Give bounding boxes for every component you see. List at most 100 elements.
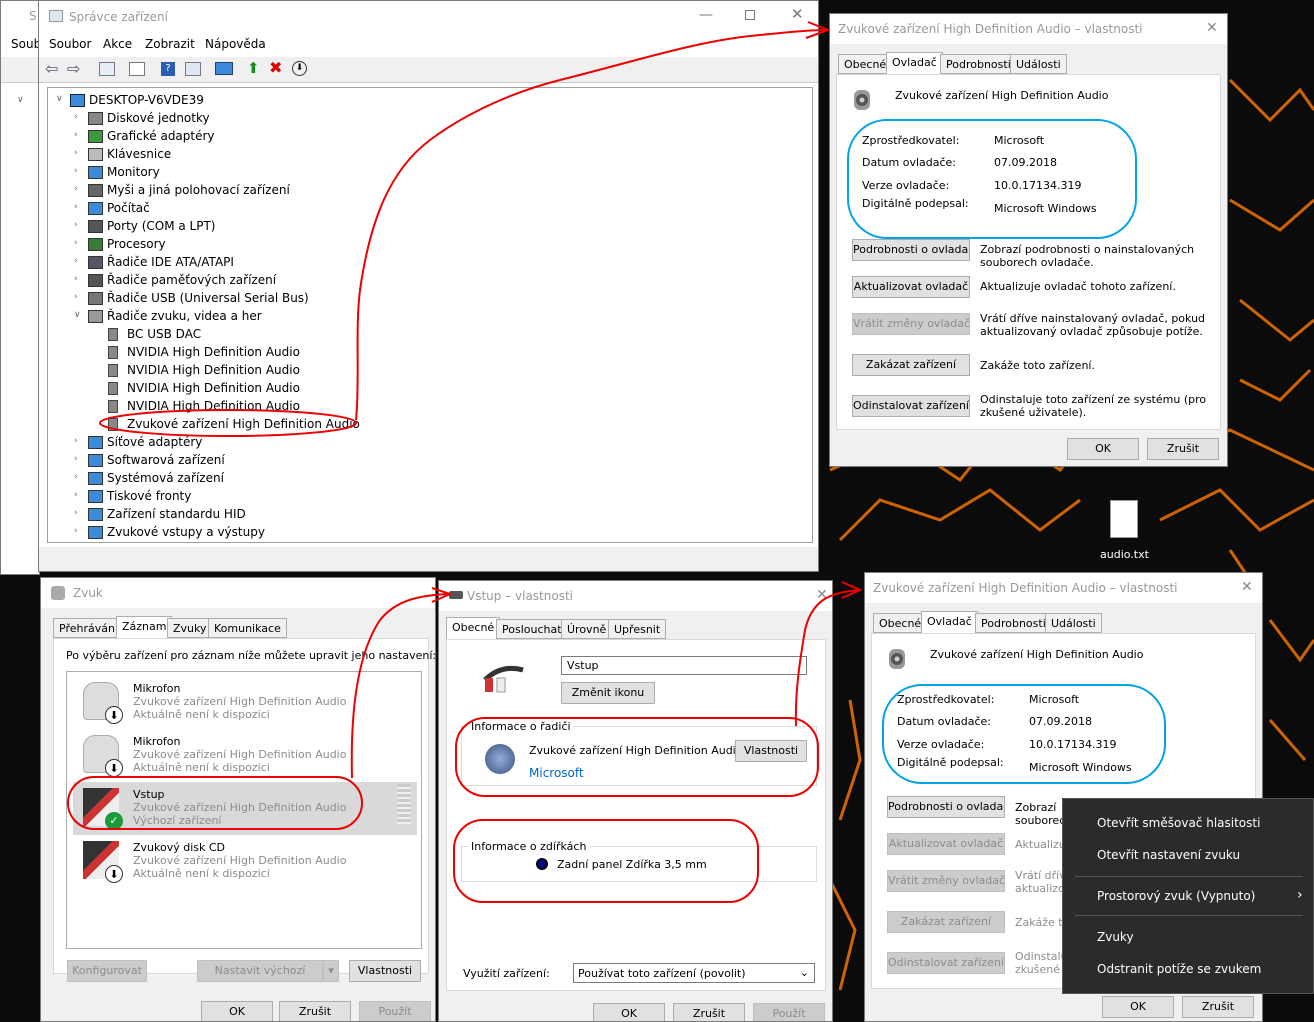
close-button[interactable]: ✕	[791, 5, 804, 23]
set-default-button[interactable]: Nastavit výchozí	[197, 960, 323, 982]
rollback-driver-button[interactable]: Vrátit změny ovladače	[852, 313, 970, 335]
help-icon[interactable]: ?	[161, 62, 175, 76]
tab-obecne[interactable]: Obecné	[873, 613, 928, 633]
forward-arrow-icon[interactable]: ⇨	[67, 59, 80, 78]
speaker-icon	[108, 418, 118, 431]
update-driver-button[interactable]: Aktualizovat ovladač	[887, 833, 1005, 855]
chevron-right-icon[interactable]: ›	[74, 256, 78, 266]
chevron-right-icon[interactable]: ›	[74, 166, 78, 176]
recording-device[interactable]: ⬇ Mikrofon Zvukové zařízení High Definit…	[73, 729, 417, 782]
tab-prehravani[interactable]: Přehrávání	[53, 618, 125, 638]
update-driver-icon[interactable]: ⬆	[247, 59, 260, 77]
tab-udalosti[interactable]: Události	[1010, 54, 1067, 74]
uninstall-icon[interactable]: ✖	[269, 58, 282, 77]
chevron-right-icon[interactable]: ›	[74, 292, 78, 302]
configure-button[interactable]: Konfigurovat	[67, 960, 147, 982]
disable-device-button[interactable]: Zakázat zařízení	[887, 911, 1005, 933]
cancel-button[interactable]: Zrušit	[673, 1003, 745, 1021]
device-category-icon	[88, 148, 103, 161]
desktop-file-audio[interactable]: audio.txt	[1096, 498, 1152, 564]
cancel-button[interactable]: Zrušit	[279, 1001, 351, 1021]
tab-zaznam[interactable]: Záznam	[116, 616, 173, 638]
update-driver-button[interactable]: Aktualizovat ovladač	[852, 276, 970, 298]
chevron-right-icon[interactable]: ›	[74, 112, 78, 122]
device-name-input[interactable]: Vstup	[561, 656, 807, 675]
tab-ovladac[interactable]: Ovladač	[921, 611, 978, 633]
driver-details-button[interactable]: Podrobnosti o ovladači	[852, 239, 970, 261]
maximize-button[interactable]	[745, 10, 755, 20]
cancel-button[interactable]: Zrušit	[1182, 996, 1254, 1018]
behind-menu-fragment[interactable]: Soub	[11, 37, 39, 51]
uninstall-device-button[interactable]: Odinstalovat zařízení	[887, 952, 1005, 974]
recording-device[interactable]: ⬇ Mikrofon Zvukové zařízení High Definit…	[73, 676, 417, 729]
chevron-right-icon[interactable]: ›	[74, 148, 78, 158]
change-icon-button[interactable]: Změnit ikonu	[561, 682, 655, 704]
tab-ovladac[interactable]: Ovladač	[886, 52, 943, 74]
uninstall-device-button[interactable]: Odinstalovat zařízení	[852, 395, 970, 417]
apply-button[interactable]: Použít	[753, 1003, 825, 1021]
chevron-right-icon[interactable]: ›	[74, 508, 78, 518]
tab-poslouchat[interactable]: Poslouchat	[496, 619, 568, 639]
usage-select[interactable]: Používat toto zařízení (povolit) ⌄	[573, 963, 815, 983]
rollback-driver-button[interactable]: Vrátit změny ovladače	[887, 870, 1005, 892]
speaker-icon	[108, 346, 118, 359]
ok-button[interactable]: OK	[201, 1001, 273, 1021]
menu-open-sound-settings[interactable]: Otevřít nastavení zvuku	[1097, 848, 1240, 862]
properties-button[interactable]: Vlastnosti	[349, 960, 421, 982]
menu-soubor[interactable]: Soubor	[49, 37, 91, 51]
menu-open-volume-mixer[interactable]: Otevřít směšovač hlasitosti	[1097, 816, 1260, 830]
tab-udalosti[interactable]: Události	[1045, 613, 1102, 633]
menu-zobrazit[interactable]: Zobrazit	[145, 37, 195, 51]
tab-upresnit[interactable]: Upřesnit	[608, 619, 667, 639]
chevron-right-icon[interactable]: ›	[74, 490, 78, 500]
close-button[interactable]: ✕	[816, 587, 828, 603]
disable-device-button[interactable]: Zakázat zařízení	[852, 354, 970, 376]
tab-obecne[interactable]: Obecné	[838, 54, 893, 74]
details-icon[interactable]	[185, 62, 201, 76]
chevron-right-icon[interactable]: ›	[74, 184, 78, 194]
behind-title-fragment: S	[29, 9, 37, 23]
monitor-icon[interactable]	[215, 62, 233, 75]
ok-button[interactable]: OK	[1102, 996, 1174, 1018]
menu-napoveda[interactable]: Nápověda	[205, 37, 266, 51]
recording-device[interactable]: ⬇ Zvukový disk CD Zvukové zařízení High …	[73, 835, 417, 888]
chevron-right-icon[interactable]: ›	[74, 454, 78, 464]
menu-spatial-sound[interactable]: Prostorový zvuk (Vypnuto)	[1097, 889, 1255, 903]
chevron-right-icon[interactable]: ›	[74, 202, 78, 212]
set-default-dropdown[interactable]: ▾	[323, 960, 339, 982]
tab-podrobnosti[interactable]: Podrobnosti	[975, 613, 1052, 633]
minimize-button[interactable]: —	[699, 7, 713, 23]
chevron-right-icon[interactable]: ›	[74, 436, 78, 446]
ok-button[interactable]: OK	[1067, 438, 1139, 460]
tab-obecne[interactable]: Obecné	[446, 617, 501, 639]
close-button[interactable]: ✕	[1241, 579, 1253, 595]
chevron-right-icon[interactable]: ›	[74, 472, 78, 482]
chevron-right-icon[interactable]: ›	[74, 274, 78, 284]
device-category-icon	[88, 238, 103, 251]
menu-sounds[interactable]: Zvuky	[1097, 930, 1134, 944]
sound-title: Zvuk	[73, 586, 103, 600]
properties-icon[interactable]	[99, 62, 115, 76]
tab-komunikace[interactable]: Komunikace	[208, 618, 287, 638]
menu-troubleshoot-sound[interactable]: Odstranit potíže se zvukem	[1097, 962, 1261, 976]
tab-urovne[interactable]: Úrovně	[561, 619, 613, 639]
disable-device-desc: Zakáže toto zařízení.	[980, 359, 1095, 372]
menu-akce[interactable]: Akce	[103, 37, 132, 51]
ok-button[interactable]: OK	[593, 1003, 665, 1021]
chevron-right-icon[interactable]: ›	[74, 238, 78, 248]
cancel-button[interactable]: Zrušit	[1147, 438, 1219, 460]
chevron-right-icon[interactable]: ›	[74, 526, 78, 536]
driver-details-button[interactable]: Podrobnosti o ovladači	[887, 796, 1005, 818]
close-button[interactable]: ✕	[1206, 20, 1218, 36]
apply-button[interactable]: Použít	[359, 1001, 431, 1021]
arrow-down-icon: ⬇	[105, 865, 123, 883]
list-icon[interactable]	[129, 62, 145, 76]
chevron-down-icon[interactable]: ∨	[74, 310, 81, 320]
device-category-icon	[88, 256, 103, 269]
back-arrow-icon[interactable]: ⇦	[45, 59, 58, 78]
chevron-right-icon[interactable]: ›	[74, 130, 78, 140]
tab-podrobnosti[interactable]: Podrobnosti	[940, 54, 1017, 74]
download-icon[interactable]: ⬇	[292, 61, 307, 76]
chevron-right-icon[interactable]: ›	[74, 220, 78, 230]
tab-zvuky[interactable]: Zvuky	[167, 618, 213, 638]
